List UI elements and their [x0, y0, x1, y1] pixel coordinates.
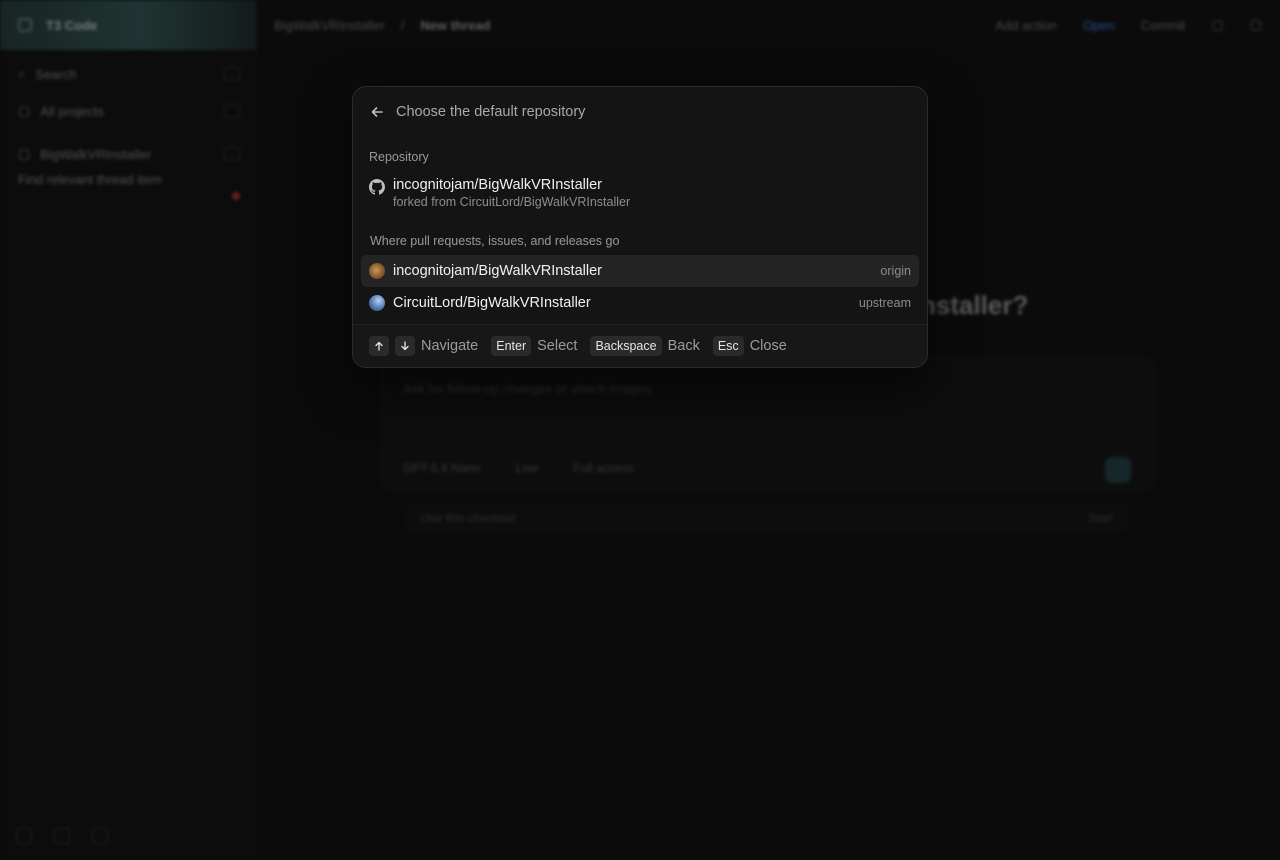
back-arrow-icon[interactable] [369, 104, 385, 120]
sidebar-thread-preview: Find relevant thread item [18, 172, 162, 187]
esc-key: Esc [712, 336, 744, 356]
page-heading: nstaller? [920, 290, 1029, 320]
folder-icon: ▢ [18, 146, 31, 161]
composer-footer: Use this checkout Start [406, 504, 1128, 532]
sidebar-unread [220, 192, 240, 200]
model-selector[interactable]: GPT-5.4 Nano [403, 461, 480, 475]
arrow-down-icon [395, 336, 415, 356]
remote-tag: upstream [858, 296, 911, 310]
sidebar-toggle-icon[interactable] [18, 18, 32, 32]
send-button[interactable] [1105, 457, 1131, 483]
search-icon: ⌕ [18, 66, 26, 81]
start-label[interactable]: Start [1088, 511, 1113, 525]
topbar-actions: Add action Open Commit ▢ ▢ [995, 17, 1262, 33]
open-button[interactable]: Open [1083, 18, 1115, 33]
close-hint: Close [749, 338, 787, 354]
composer-toolbar: GPT-5.4 Nano Low Full access [403, 461, 634, 475]
history-icon[interactable] [54, 828, 70, 844]
sidebar-project[interactable]: ▢ BigWalkVRInstaller [18, 146, 240, 162]
shortcut-badge [224, 67, 240, 81]
current-repository-fork-info: forked from CircuitLord/BigWalkVRInstall… [393, 195, 631, 209]
current-repository-text: incognitojam/BigWalkVRInstaller forked f… [393, 177, 630, 209]
topbar: BigWalkVRInstaller / New thread Add acti… [256, 0, 1280, 50]
diff-icon[interactable]: ▢ [1211, 17, 1223, 33]
arrow-up-icon [369, 336, 389, 356]
app-title: T3 Code [46, 17, 98, 33]
back-hint: Back [667, 338, 700, 354]
repository-option-origin[interactable]: incognitojam/BigWalkVRInstaller origin [361, 255, 919, 287]
shortcut-badge [224, 104, 240, 118]
navigate-hint: Navigate [421, 338, 479, 354]
avatar [369, 263, 385, 279]
add-action-button[interactable]: Add action [995, 18, 1056, 33]
avatar [369, 295, 385, 311]
sidebar-header: T3 Code [0, 0, 256, 50]
breadcrumb-project[interactable]: BigWalkVRInstaller [274, 18, 385, 33]
repository-option-name: CircuitLord/BigWalkVRInstaller [393, 295, 591, 311]
repository-option-name: incognitojam/BigWalkVRInstaller [393, 263, 602, 279]
commit-button[interactable]: Commit [1141, 18, 1186, 33]
help-icon[interactable] [92, 828, 108, 844]
sidebar-search[interactable]: ⌕ Search [18, 66, 240, 82]
sidebar-search-label: Search [35, 66, 77, 82]
breadcrumb-separator: / [400, 17, 405, 33]
composer[interactable]: Ask for follow-up changes or attach imag… [382, 356, 1154, 492]
repository-section-label: Repository [369, 150, 429, 164]
composer-placeholder: Ask for follow-up changes or attach imag… [403, 381, 652, 396]
sidebar-footer [16, 828, 108, 844]
sidebar-thread-item[interactable]: Find relevant thread item [18, 172, 168, 187]
current-repository: incognitojam/BigWalkVRInstaller forked f… [369, 177, 630, 209]
folder-icon: ▢ [18, 103, 31, 118]
repository-option-upstream[interactable]: CircuitLord/BigWalkVRInstaller upstream [361, 287, 919, 319]
select-hint: Select [537, 338, 578, 354]
dialog-title: Choose the default repository [396, 104, 586, 120]
enter-key: Enter [491, 336, 532, 356]
breadcrumb-thread: New thread [420, 17, 491, 33]
repository-picker-dialog: Choose the default repository Repository… [352, 86, 928, 368]
access-selector[interactable]: Full access [574, 461, 634, 475]
sidebar-all-projects[interactable]: ▢ All projects [18, 103, 240, 119]
backspace-key: Backspace [590, 336, 662, 356]
sidebar: T3 Code ⌕ Search ▢ All projects ▢ BigWal… [0, 0, 257, 860]
unread-dot [232, 192, 240, 200]
target-section-label: Where pull requests, issues, and release… [370, 234, 620, 248]
keyboard-hints: Navigate Enter Select Backspace Back Esc… [353, 324, 927, 367]
current-repository-name: incognitojam/BigWalkVRInstaller [393, 177, 602, 193]
shortcut-badge [224, 147, 240, 161]
dialog-header: Choose the default repository [369, 101, 585, 123]
sidebar-all-projects-label: All projects [40, 103, 104, 119]
remote-tag: origin [880, 264, 911, 278]
sidebar-project-name: BigWalkVRInstaller [40, 146, 152, 162]
github-icon [369, 179, 385, 209]
mode-selector[interactable]: Low [516, 461, 538, 475]
panel-icon[interactable]: ▢ [1250, 17, 1262, 33]
checkout-label[interactable]: Use this checkout [421, 511, 516, 525]
settings-icon[interactable] [16, 828, 32, 844]
